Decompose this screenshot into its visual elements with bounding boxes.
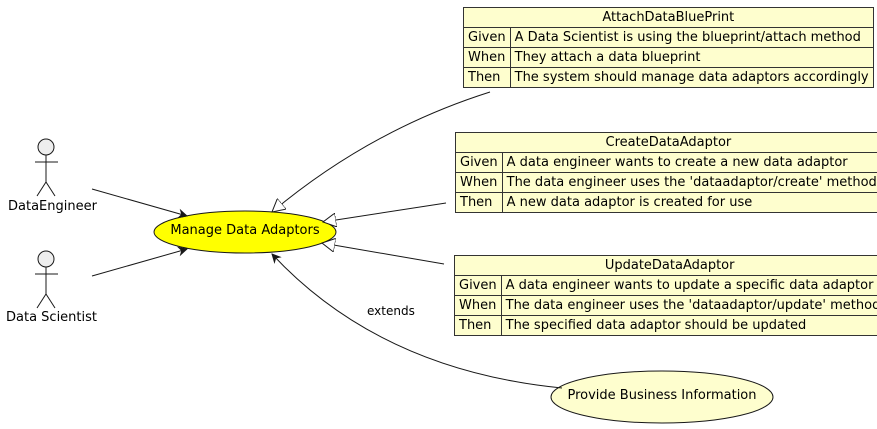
extends-label: extends: [367, 304, 415, 318]
note-key: Given: [463, 27, 511, 48]
actor-data-scientist-icon: [35, 250, 58, 309]
usecase-extension-label: Provide Business Information: [567, 388, 757, 403]
note-value: A data engineer wants to update a specif…: [500, 275, 877, 296]
note-value: The system should manage data adaptors a…: [509, 67, 874, 88]
note-title: AttachDataBluePrint: [463, 7, 874, 28]
note-key: Given: [454, 275, 502, 296]
note-value: The data engineer uses the 'dataadaptor/…: [501, 172, 877, 193]
note-value: They attach a data blueprint: [509, 47, 874, 68]
note-create-data-adaptor: CreateDataAdaptor Given A data engineer …: [455, 132, 877, 213]
actor-data-engineer-icon: [35, 138, 58, 197]
note-value: The data engineer uses the 'dataadaptor/…: [500, 295, 877, 316]
note-attach-data-blueprint: AttachDataBluePrint Given A Data Scienti…: [463, 7, 874, 88]
note-key: Then: [463, 67, 511, 88]
note-value: A data engineer wants to create a new da…: [501, 152, 877, 173]
note-key: When: [455, 172, 503, 193]
edge-update-note: [322, 243, 445, 265]
note-value: A Data Scientist is using the blueprint/…: [509, 27, 874, 48]
note-key: When: [463, 47, 511, 68]
note-title: CreateDataAdaptor: [455, 132, 877, 153]
actor-data-scientist-label: Data Scientist: [6, 310, 97, 325]
note-value: A new data adaptor is created for use: [501, 192, 877, 213]
note-key: Then: [455, 192, 503, 213]
edge-create-note: [323, 202, 447, 222]
usecase-main-label: Manage Data Adaptors: [170, 223, 320, 238]
actor-data-engineer-label: DataEngineer: [8, 199, 97, 214]
note-key: Given: [455, 152, 503, 173]
edge-data-scientist: [91, 246, 188, 277]
note-value: The specified data adaptor should be upd…: [500, 315, 877, 336]
note-title: UpdateDataAdaptor: [453, 255, 877, 276]
note-update-data-adaptor: UpdateDataAdaptor Given A data engineer …: [453, 255, 877, 336]
edge-data-engineer: [91, 188, 188, 219]
note-key: Then: [454, 315, 502, 336]
note-key: When: [454, 295, 502, 316]
